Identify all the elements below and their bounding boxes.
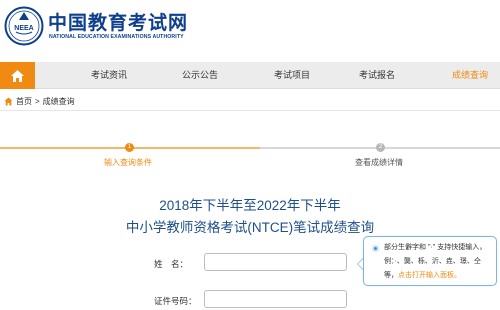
step-2-marker: 2 (376, 143, 385, 152)
page-title-line1: 2018年下半年至2022年下半年 (159, 198, 341, 213)
nav-item-registration[interactable]: 考试报名 (359, 62, 395, 89)
breadcrumb-current: 成绩查询 (42, 96, 75, 106)
nav-item-exam-news[interactable]: 考试资讯 (91, 62, 127, 89)
name-input[interactable] (204, 253, 347, 271)
breadcrumb-divider (0, 110, 500, 111)
input-hint-tooltip: 部分生僻字和 "·" 支持快捷输入，例：·、龑、栎、沂、垚、璟、仝等，点击打开输… (363, 236, 497, 286)
main-nav: 考试资讯 公示公告 考试项目 考试报名 成绩查询 (0, 62, 500, 89)
id-number-input[interactable] (204, 290, 347, 308)
tooltip-text: 部分生僻字和 "·" 支持快捷输入，例：·、龑、栎、沂、垚、璟、仝等，点击打开输… (384, 241, 494, 283)
nav-home-button[interactable] (0, 62, 35, 89)
step-1-marker: 1 (125, 143, 134, 152)
breadcrumb-home-link[interactable]: 首页 (16, 96, 32, 107)
breadcrumb-home-icon (4, 97, 13, 105)
open-input-panel-link[interactable]: 点击打开输入面板。 (398, 272, 461, 279)
name-label: 姓 名： (154, 259, 189, 269)
info-bullet-icon (372, 245, 379, 252)
nav-item-score-query[interactable]: 成绩查询 (452, 62, 488, 89)
home-icon (11, 69, 24, 82)
step-2-label: 查看成绩详情 (355, 158, 403, 167)
nav-item-exam-programs[interactable]: 考试项目 (274, 62, 310, 89)
site-header: NEEA 中国教育考试网 NATIONAL EDUCATION EXAMINAT… (0, 0, 500, 62)
site-title[interactable]: 中国教育考试网 (48, 8, 188, 35)
nav-item-announcements[interactable]: 公示公告 (182, 62, 218, 89)
step-1-label: 输入查询条件 (104, 158, 152, 167)
page-title-line2: 中小学教师资格考试(NTCE)笔试成绩查询 (125, 220, 375, 235)
breadcrumb: 首页 > 成绩查询 (4, 95, 75, 107)
id-number-label: 证件号码： (154, 296, 197, 306)
breadcrumb-separator: > (35, 96, 40, 106)
site-subtitle: NATIONAL EDUCATION EXAMINATIONS AUTHORIT… (49, 34, 184, 40)
neea-logo-icon[interactable]: NEEA (4, 6, 44, 46)
tooltip-arrow-inner (358, 259, 363, 269)
logo-text: NEEA (14, 25, 33, 32)
